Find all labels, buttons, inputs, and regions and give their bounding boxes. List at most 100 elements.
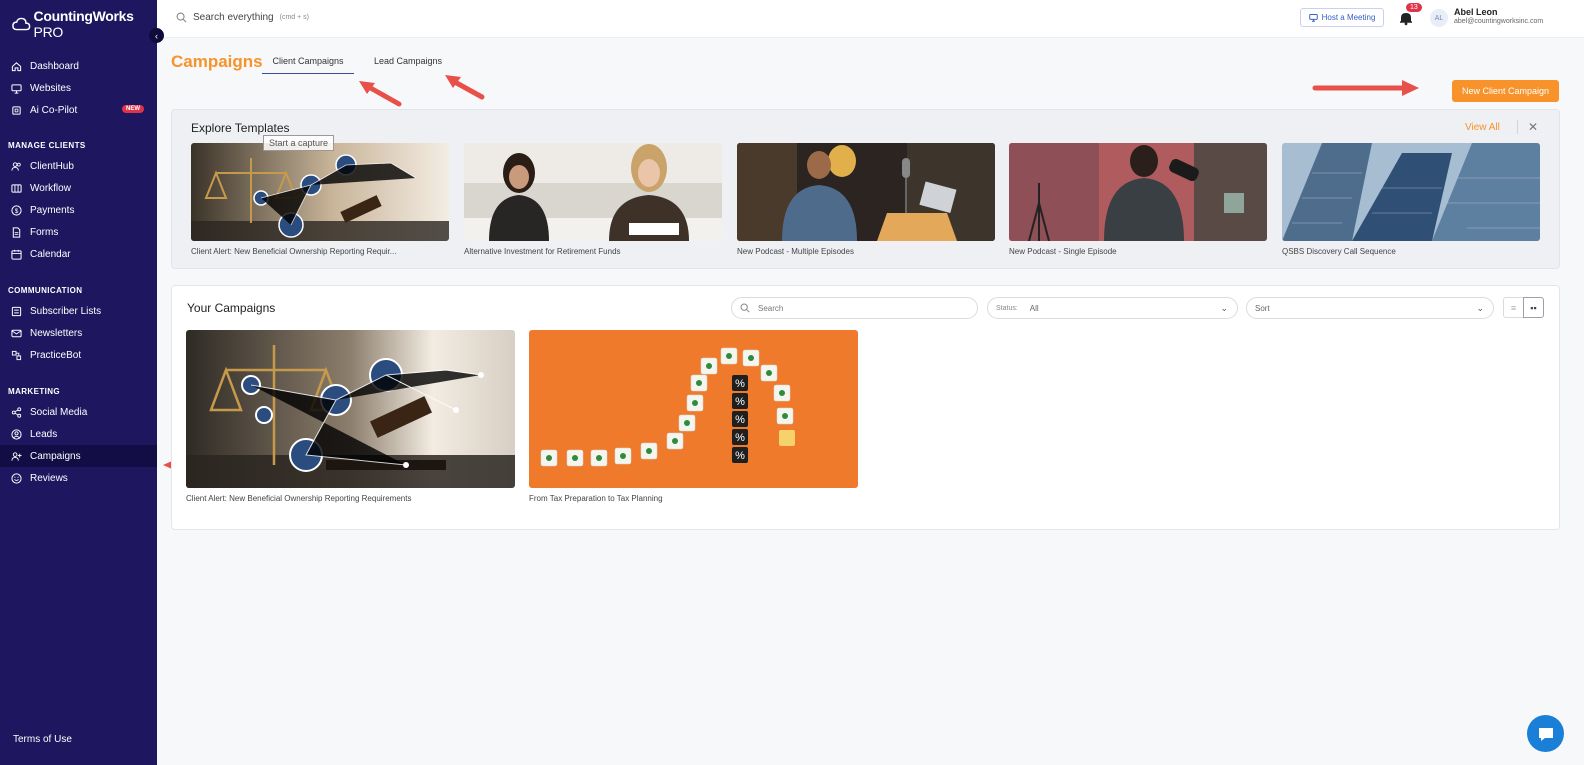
- app-logo[interactable]: CountingWorks PRO: [12, 8, 157, 40]
- grid-view-button[interactable]: ▪▪: [1523, 297, 1544, 318]
- user-email: abel@countingworksinc.com: [1454, 18, 1544, 25]
- sidebar-item-payments[interactable]: $ Payments: [0, 199, 157, 221]
- template-label: Alternative Investment for Retirement Fu…: [464, 247, 621, 256]
- template-card[interactable]: Client Alert: New Beneficial Ownership R…: [191, 143, 449, 256]
- sidebar-item-label: Campaigns: [30, 450, 81, 462]
- template-card[interactable]: New Podcast - Multiple Episodes: [737, 143, 995, 256]
- sidebar-item-websites[interactable]: Websites: [0, 77, 157, 99]
- sidebar-item-label: Payments: [30, 204, 75, 216]
- nav-top-group: Dashboard Websites Ai Co-Pilot NEW: [0, 55, 157, 121]
- sidebar-item-label: PracticeBot: [30, 349, 82, 361]
- new-client-campaign-button[interactable]: New Client Campaign: [1452, 80, 1559, 102]
- tab-lead-campaigns[interactable]: Lead Campaigns: [374, 56, 442, 66]
- svg-text:%: %: [735, 414, 745, 426]
- host-meeting-button[interactable]: Host a Meeting: [1300, 8, 1384, 27]
- monitor-icon: [1308, 14, 1318, 22]
- sidebar-item-workflow[interactable]: Workflow: [0, 177, 157, 199]
- sidebar-item-practicebot[interactable]: PracticeBot: [0, 344, 157, 366]
- bell-icon[interactable]: [1398, 10, 1414, 26]
- list-view-button[interactable]: ≡: [1503, 297, 1524, 318]
- sidebar-item-calendar[interactable]: Calendar: [0, 243, 157, 265]
- chevron-left-icon: ‹: [155, 30, 158, 41]
- annotation-arrow-new-button: [1312, 80, 1419, 96]
- status-label: Status:: [996, 304, 1018, 312]
- chat-widget-button[interactable]: [1527, 715, 1564, 752]
- sidebar: CountingWorks PRO ‹ Dashboard Websites A…: [0, 0, 164, 765]
- sidebar-item-label: Leads: [30, 428, 58, 440]
- template-image-podcast-host: [1009, 143, 1267, 241]
- sidebar-item-leads[interactable]: Leads: [0, 423, 157, 445]
- campaign-image-tax-blocks: %%%%%: [529, 330, 858, 488]
- divider: [1517, 120, 1518, 134]
- status-value: All: [1029, 303, 1039, 313]
- tab-client-campaigns[interactable]: Client Campaigns: [262, 56, 354, 74]
- sidebar-item-label: Websites: [30, 82, 71, 94]
- close-icon[interactable]: ✕: [1528, 120, 1538, 134]
- sidebar-item-label: Reviews: [30, 472, 68, 484]
- file-icon: [11, 226, 22, 238]
- status-select[interactable]: Status: All ⌄: [987, 297, 1238, 319]
- list-icon: ≡: [1510, 302, 1517, 313]
- sidebar-item-label: Subscriber Lists: [30, 305, 102, 317]
- nav-section-manage-clients: MANAGE CLIENTS ClientHub Workflow $ Paym…: [0, 141, 157, 265]
- svg-text:%: %: [735, 450, 745, 462]
- sidebar-item-label: Calendar: [30, 248, 71, 260]
- template-card[interactable]: Alternative Investment for Retirement Fu…: [464, 143, 722, 256]
- grid-icon: ▪▪: [1530, 302, 1537, 313]
- template-card[interactable]: New Podcast - Single Episode: [1009, 143, 1267, 256]
- bot-icon: [11, 350, 22, 361]
- tooltip: Start a capture: [263, 135, 335, 151]
- sidebar-item-social-media[interactable]: Social Media: [0, 401, 157, 423]
- sidebar-item-label: ClientHub: [30, 160, 74, 172]
- section-label: COMMUNICATION: [8, 286, 83, 295]
- sidebar-item-reviews[interactable]: Reviews: [0, 467, 157, 489]
- svg-text:%: %: [735, 378, 745, 390]
- terms-of-use-link[interactable]: Terms of Use: [13, 734, 72, 745]
- svg-text:$: $: [15, 207, 19, 214]
- campaign-label: From Tax Preparation to Tax Planning: [529, 494, 663, 503]
- search-shortcut-hint: (cmd + s): [279, 14, 309, 21]
- new-badge: NEW: [122, 105, 144, 113]
- sidebar-item-forms[interactable]: Forms: [0, 221, 157, 243]
- sidebar-item-subscriber-lists[interactable]: Subscriber Lists: [0, 300, 157, 322]
- sidebar-item-dashboard[interactable]: Dashboard: [0, 55, 157, 77]
- template-image-women-at-desk: [464, 143, 722, 241]
- user-name[interactable]: Abel Leon: [1454, 7, 1498, 17]
- share-icon: [11, 406, 22, 418]
- cpu-icon: [11, 105, 22, 116]
- sidebar-item-label: Dashboard: [30, 60, 79, 72]
- nav-section-communication: COMMUNICATION Subscriber Lists Newslette…: [0, 286, 157, 366]
- svg-text:%: %: [735, 432, 745, 444]
- sidebar-item-label: Ai Co-Pilot: [30, 104, 78, 116]
- template-image-skyscrapers: [1282, 143, 1540, 241]
- collapse-sidebar-button[interactable]: ‹: [149, 28, 164, 43]
- sidebar-item-ai-co-pilot[interactable]: Ai Co-Pilot NEW: [0, 99, 157, 121]
- explore-templates-panel: Explore Templates View All ✕ Client Aler…: [171, 109, 1560, 269]
- svg-text:%: %: [735, 396, 745, 408]
- campaign-card[interactable]: Client Alert: New Beneficial Ownership R…: [186, 330, 515, 503]
- top-bar: Search everything (cmd + s) Host a Meeti…: [157, 0, 1584, 38]
- search-placeholder: Search: [758, 303, 784, 313]
- template-card[interactable]: QSBS Discovery Call Sequence: [1282, 143, 1540, 256]
- sidebar-item-newsletters[interactable]: Newsletters: [0, 322, 157, 344]
- global-search[interactable]: Search everything (cmd + s): [176, 12, 309, 23]
- sort-select[interactable]: Sort ⌄: [1246, 297, 1494, 319]
- campaign-card[interactable]: %%%%% From Tax Preparation to Tax Planni…: [529, 330, 858, 503]
- explore-templates-title: Explore Templates: [191, 121, 290, 135]
- user-plus-icon: [11, 451, 22, 462]
- template-label: QSBS Discovery Call Sequence: [1282, 247, 1396, 256]
- campaign-search-input[interactable]: Search: [731, 297, 978, 319]
- columns-icon: [11, 183, 22, 194]
- sidebar-item-label: Forms: [30, 226, 59, 238]
- host-meeting-label: Host a Meeting: [1321, 13, 1376, 22]
- page-title: Campaigns: [171, 52, 263, 71]
- sidebar-item-campaigns[interactable]: Campaigns: [0, 445, 157, 467]
- avatar[interactable]: AL: [1430, 9, 1448, 27]
- template-image-legal-scales: [191, 143, 449, 241]
- smile-icon: [11, 472, 22, 484]
- template-label: Client Alert: New Beneficial Ownership R…: [191, 247, 397, 256]
- view-all-link[interactable]: View All: [1465, 122, 1500, 133]
- cloud-logo-icon: [12, 17, 31, 31]
- search-icon: [176, 12, 187, 23]
- sidebar-item-clienthub[interactable]: ClientHub: [0, 155, 157, 177]
